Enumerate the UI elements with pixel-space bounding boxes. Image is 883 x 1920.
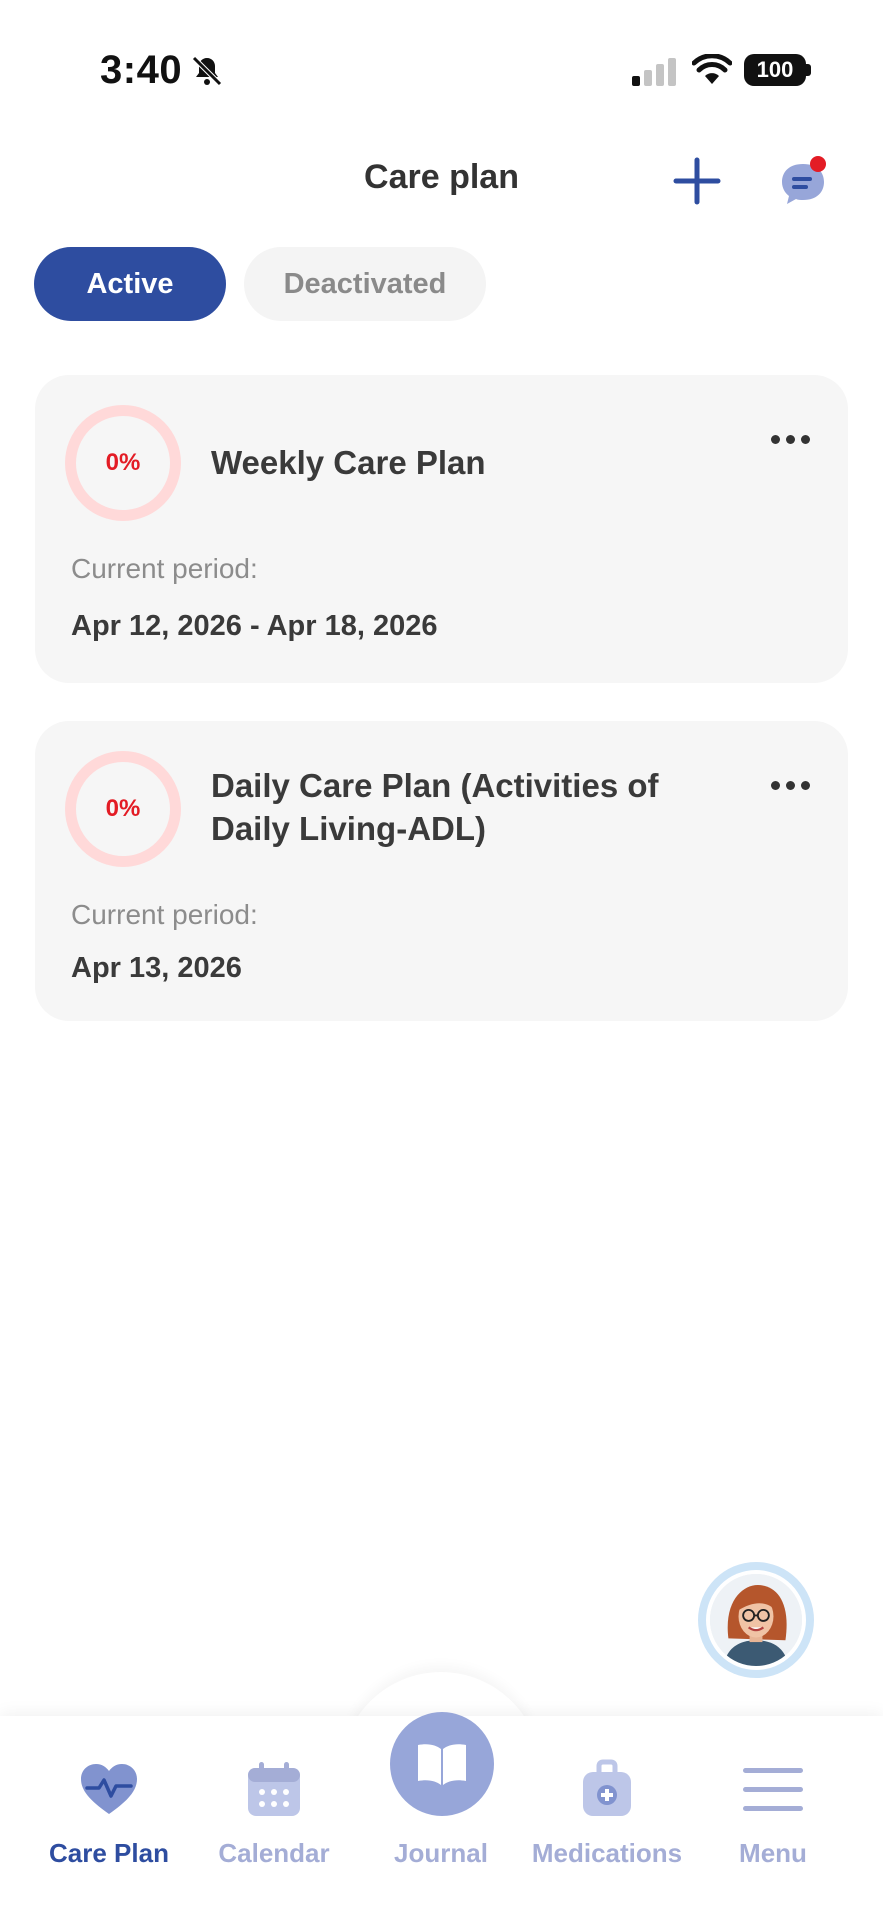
nav-label: Calendar <box>218 1838 330 1868</box>
progress-ring: 0% <box>65 405 181 521</box>
nav-medications[interactable]: Medications <box>522 1740 692 1870</box>
more-options-icon[interactable] <box>765 429 815 449</box>
plus-icon[interactable] <box>672 156 722 206</box>
wifi-icon <box>692 54 732 84</box>
hamburger-menu-icon <box>743 1768 803 1811</box>
page-title: Care plan <box>364 158 519 196</box>
progress-ring: 0% <box>65 751 181 867</box>
progress-value: 0% <box>105 795 141 822</box>
more-options-icon[interactable] <box>765 775 815 795</box>
nav-calendar[interactable]: Calendar <box>189 1740 359 1870</box>
period-label: Current period: <box>71 553 258 584</box>
avatar <box>710 1574 802 1666</box>
care-plan-title: Daily Care Plan (Activities of Daily Liv… <box>211 767 659 847</box>
avatar-frame <box>706 1570 806 1670</box>
care-plan-screen: 3:40 100 Care plan Active Deactivated 0%… <box>0 0 883 1920</box>
period-value: Apr 13, 2026 <box>71 952 242 984</box>
calendar-icon <box>248 1762 300 1816</box>
period-value: Apr 12, 2026 - Apr 18, 2026 <box>71 610 438 642</box>
progress-value: 0% <box>105 449 141 476</box>
tab-deactivated[interactable]: Deactivated <box>244 247 486 321</box>
nav-care-plan[interactable]: Care Plan <box>24 1740 194 1870</box>
notification-dot <box>810 156 826 172</box>
nav-label: Journal <box>394 1838 488 1868</box>
heart-pulse-icon <box>81 1764 137 1814</box>
care-plan-card-weekly[interactable]: 0% Weekly Care Plan Current period: Apr … <box>35 375 848 683</box>
battery-tip <box>806 64 811 76</box>
signal-icon <box>632 58 676 86</box>
nav-menu[interactable]: Menu <box>688 1740 858 1870</box>
period-label: Current period: <box>71 899 258 930</box>
battery-icon: 100 <box>744 54 806 86</box>
nav-label: Care Plan <box>49 1838 169 1868</box>
care-plan-title: Weekly Care Plan <box>211 444 486 481</box>
status-time: 3:40 <box>100 48 183 92</box>
bell-slash-icon <box>192 56 222 86</box>
nav-label: Menu <box>739 1838 807 1868</box>
medical-bag-icon <box>583 1759 631 1816</box>
nav-label: Medications <box>531 1838 683 1868</box>
status-bar: 3:40 100 <box>0 0 883 120</box>
nav-journal[interactable]: Journal <box>356 1740 526 1870</box>
care-plan-card-daily[interactable]: 0% Daily Care Plan (Activities of Daily … <box>35 721 848 1021</box>
tab-active[interactable]: Active <box>34 247 226 321</box>
assistant-avatar-button[interactable] <box>698 1562 814 1678</box>
